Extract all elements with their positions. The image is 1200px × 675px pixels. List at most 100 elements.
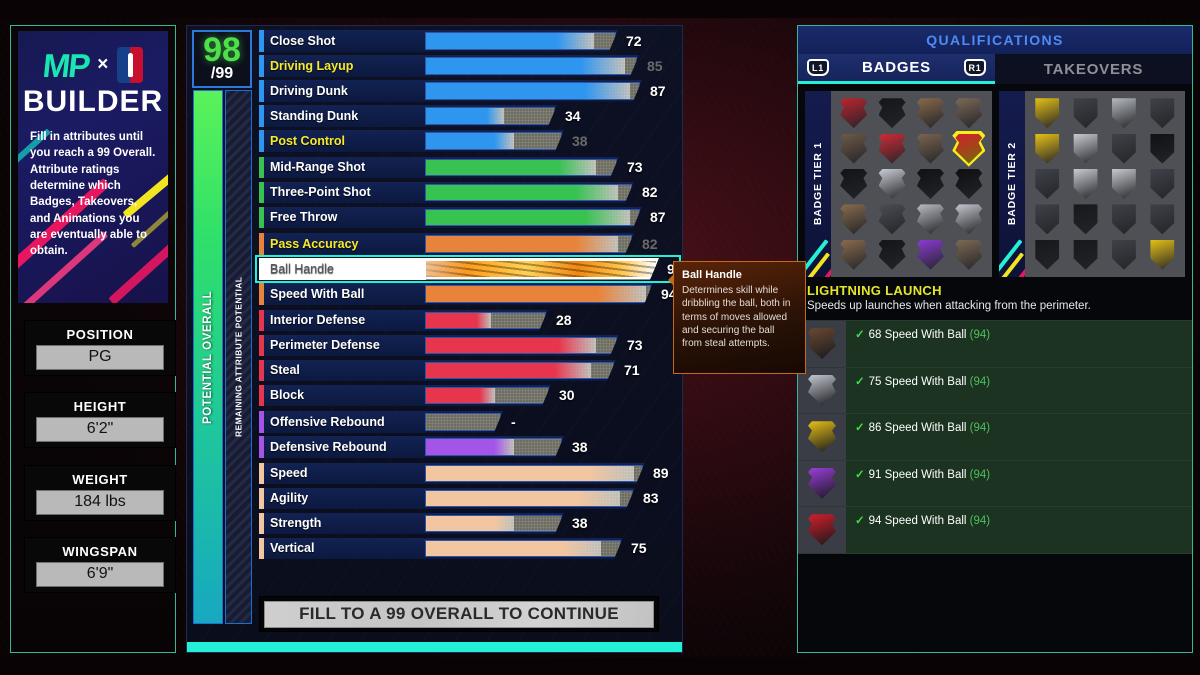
attribute-name: Interior Defense xyxy=(270,313,366,328)
badge-icon[interactable] xyxy=(955,168,983,199)
attribute-row[interactable]: Agility 83 xyxy=(259,487,677,509)
badge-icon-selected[interactable] xyxy=(955,133,983,164)
attribute-value: 38 xyxy=(572,132,588,149)
badge-shield-icon xyxy=(1073,133,1098,164)
check-icon: ✓ xyxy=(855,468,865,481)
attribute-name-cell: Close Shot xyxy=(259,30,426,52)
attribute-row[interactable]: Perimeter Defense 73 xyxy=(259,334,677,356)
badge-icon[interactable] xyxy=(1034,239,1061,270)
badge-icon[interactable] xyxy=(1034,204,1061,235)
badge-icon[interactable] xyxy=(1149,168,1176,199)
badge-shield-icon xyxy=(916,168,944,199)
attribute-bar-track xyxy=(425,207,642,229)
qualifications-header: QUALIFICATIONS xyxy=(798,26,1192,54)
attribute-bar-track xyxy=(425,233,634,255)
attribute-row[interactable]: Speed 89 xyxy=(259,462,677,485)
attribute-row[interactable]: Steal 71 xyxy=(259,359,677,381)
badge-icon[interactable] xyxy=(1072,168,1099,199)
tab-badges[interactable]: L1 BADGES R1 xyxy=(798,54,995,84)
attribute-row[interactable]: Block 30 xyxy=(259,384,677,406)
badge-icon[interactable] xyxy=(878,239,906,270)
attribute-row[interactable]: Driving Layup 85 xyxy=(259,55,677,77)
badge-icon[interactable] xyxy=(1110,239,1137,270)
attribute-bar-track xyxy=(425,283,653,305)
badge-requirement-row: ✓ 86 Speed With Ball (94) xyxy=(798,414,1192,461)
badge-icon[interactable] xyxy=(1034,168,1061,199)
badge-icon[interactable] xyxy=(1149,133,1176,164)
brand-card: MP × BUILDER Fill in attributes until yo… xyxy=(18,31,168,303)
badge-icon[interactable] xyxy=(1110,98,1137,129)
badge-icon[interactable] xyxy=(878,98,906,129)
l1-button-icon[interactable]: L1 xyxy=(807,59,829,76)
badge-icon[interactable] xyxy=(1149,204,1176,235)
badge-icon[interactable] xyxy=(1110,204,1137,235)
badge-icon[interactable] xyxy=(878,204,906,235)
tab-takeovers[interactable]: TAKEOVERS xyxy=(995,54,1192,84)
attribute-category-accent xyxy=(259,384,264,406)
badge-icon[interactable] xyxy=(916,98,944,129)
badge-icon[interactable] xyxy=(1110,133,1137,164)
attribute-row[interactable]: Ball Handle98 xyxy=(255,255,682,282)
stat-box-position[interactable]: POSITION PG xyxy=(24,320,176,376)
badge-icon[interactable] xyxy=(1149,98,1176,129)
badge-icon[interactable] xyxy=(840,168,868,199)
badge-icon[interactable] xyxy=(840,239,868,270)
badge-icon[interactable] xyxy=(1072,133,1099,164)
left-sidebar: MP × BUILDER Fill in attributes until yo… xyxy=(10,25,176,653)
badge-icon[interactable] xyxy=(916,133,944,164)
attribute-row[interactable]: Offensive Rebound - xyxy=(259,411,677,433)
badge-shield-icon xyxy=(1035,204,1060,235)
attribute-row[interactable]: Defensive Rebound 38 xyxy=(259,436,677,458)
attribute-row[interactable]: Strength 38 xyxy=(259,512,677,534)
attribute-name-cell: Block xyxy=(259,384,426,406)
overall-current-value: 98 xyxy=(203,31,241,70)
stat-box-weight[interactable]: WEIGHT 184 lbs xyxy=(24,465,176,521)
attribute-row[interactable]: Pass Accuracy 82 xyxy=(259,233,677,255)
badge-icon[interactable] xyxy=(1072,204,1099,235)
attribute-name-cell: Speed With Ball xyxy=(259,283,426,305)
badge-icon[interactable] xyxy=(1072,98,1099,129)
attribute-row[interactable]: Post Control 38 xyxy=(259,130,677,152)
attribute-row[interactable]: Speed With Ball 94 xyxy=(259,283,677,305)
badge-tier-icon-cell xyxy=(798,507,846,553)
attribute-row[interactable]: Mid-Range Shot 73 xyxy=(259,156,677,178)
attribute-bar-track xyxy=(425,463,645,485)
attribute-group-playmaking: Pass Accuracy82Ball Handle98Speed With B… xyxy=(255,233,682,305)
attribute-row[interactable]: Close Shot 72 xyxy=(259,30,677,52)
stat-box-height[interactable]: HEIGHT 6'2" xyxy=(24,392,176,448)
badge-icon[interactable] xyxy=(878,168,906,199)
attribute-row[interactable]: Free Throw 87 xyxy=(259,206,677,229)
badge-icon[interactable] xyxy=(955,239,983,270)
badge-icon[interactable] xyxy=(955,204,983,235)
r1-button-icon[interactable]: R1 xyxy=(964,59,986,76)
badge-icon[interactable] xyxy=(840,98,868,129)
attribute-row[interactable]: Three-Point Shot 82 xyxy=(259,181,677,203)
badge-icon[interactable] xyxy=(955,98,983,129)
attribute-bar xyxy=(425,285,651,303)
attribute-row[interactable]: Driving Dunk 87 xyxy=(259,80,677,102)
badge-icon[interactable] xyxy=(1110,168,1137,199)
badge-shield-icon xyxy=(955,98,983,129)
attribute-name: Defensive Rebound xyxy=(270,439,387,454)
badge-icon[interactable] xyxy=(840,204,868,235)
requirement-label: 86 Speed With Ball xyxy=(868,422,967,434)
badge-icon[interactable] xyxy=(1072,239,1099,270)
continue-button[interactable]: FILL TO A 99 OVERALL TO CONTINUE xyxy=(259,596,659,632)
attribute-name: Mid-Range Shot xyxy=(270,160,366,175)
badge-icon[interactable] xyxy=(840,133,868,164)
badge-icon[interactable] xyxy=(878,133,906,164)
requirement-label: 68 Speed With Ball xyxy=(868,329,967,341)
badge-icon[interactable] xyxy=(916,239,944,270)
badge-requirement-text: ✓ 94 Speed With Ball (94) xyxy=(846,507,990,527)
stat-box-wingspan[interactable]: WINGSPAN 6'9" xyxy=(24,537,176,593)
attribute-row[interactable]: Vertical 75 xyxy=(259,537,677,559)
badge-icon[interactable] xyxy=(1034,133,1061,164)
badge-icon[interactable] xyxy=(916,168,944,199)
attribute-row[interactable]: Standing Dunk 34 xyxy=(259,105,677,127)
badge-icon[interactable] xyxy=(1034,98,1061,129)
badge-icon[interactable] xyxy=(1149,239,1176,270)
attribute-row[interactable]: Interior Defense 28 xyxy=(259,309,677,331)
badge-shield-icon xyxy=(1150,239,1175,270)
badge-icon[interactable] xyxy=(916,204,944,235)
attribute-category-accent xyxy=(259,537,264,559)
